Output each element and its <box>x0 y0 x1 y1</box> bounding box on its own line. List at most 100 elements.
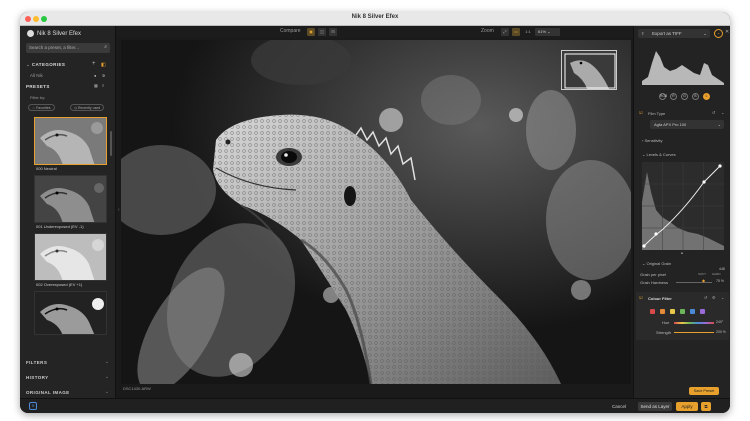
original-grain-label: Original Grain <box>646 261 672 266</box>
right-panel: ⇪ Export as TIFF ⌄ ◔ ✕ RGB R G B L ☑ Fil… <box>633 26 730 398</box>
brand: Nik 8 Silver Efex <box>27 30 81 37</box>
zoom-fit-button[interactable]: ⤢ <box>501 28 509 36</box>
strength-label: Strength <box>656 330 672 335</box>
preset-thumbnail[interactable] <box>34 291 107 335</box>
preset-thumbnail[interactable] <box>34 233 107 281</box>
nik-logo-icon <box>27 30 34 37</box>
favorites-filter[interactable]: ☆ Favorites <box>28 104 55 111</box>
reset-icon[interactable]: ↺ <box>712 110 715 115</box>
search-input[interactable]: Search a preset, a filter... ⌕ <box>26 43 110 53</box>
compare-single-button[interactable]: ▣ <box>307 28 315 36</box>
reset-icon[interactable]: ↺ <box>704 295 707 300</box>
grain-right-label: HARD <box>712 272 721 276</box>
title-bar: Nik 8 Silver Efex <box>20 12 730 26</box>
grain-hardness-slider[interactable] <box>676 282 712 283</box>
chevron-down-icon: ⌄ <box>717 122 721 127</box>
checkbox-icon[interactable]: ☑ <box>639 295 643 300</box>
category-flag-icon[interactable]: ◧ <box>101 62 106 68</box>
save-preset-button[interactable]: Save Preset <box>689 387 719 395</box>
hue-slider[interactable] <box>674 322 714 324</box>
original-grain-section[interactable]: ⌄ Original Grain <box>642 261 671 266</box>
preset-thumbnail[interactable] <box>34 117 107 165</box>
add-category-icon[interactable]: + <box>92 61 96 67</box>
presets-header[interactable]: PRESETS <box>26 84 50 89</box>
hue-label: Hue <box>662 320 670 325</box>
apply-button[interactable]: Apply <box>676 402 698 411</box>
grid-view-icon[interactable]: ▦ <box>94 83 98 88</box>
hue-value: 240° <box>716 320 724 324</box>
film-type-select[interactable]: Agfa APX Pro 100 ⌄ <box>650 120 724 129</box>
settings-icon[interactable]: ● <box>94 73 96 78</box>
brand-name: Nik 8 Silver Efex <box>37 30 82 37</box>
preset-thumbnail[interactable] <box>34 175 107 223</box>
apply-options-button[interactable]: ⧉ <box>701 402 711 411</box>
original-image-section[interactable]: ORIGINAL IMAGE <box>26 390 70 395</box>
preset-label: 001 Underexposed (EV -1) <box>36 224 84 229</box>
help-icon[interactable]: ≋ <box>29 402 37 410</box>
film-type-value: Agfa APX Pro 100 <box>654 122 687 127</box>
levels-curves-section[interactable]: ⌄ Levels & Curves <box>642 152 676 157</box>
loupe-icon[interactable]: ◔ <box>714 29 723 38</box>
zoom-fill-button[interactable]: ▭ <box>512 28 520 36</box>
send-as-layer-button[interactable]: Send as Layer <box>638 402 672 411</box>
red-swatch[interactable] <box>650 309 655 314</box>
navigator-preview[interactable] <box>561 50 617 90</box>
chevron-down-icon[interactable]: ⌄ <box>721 295 724 300</box>
gear-icon[interactable]: ✲ <box>102 73 105 78</box>
recently-used-filter[interactable]: ◷ Recently used <box>70 104 105 111</box>
collapse-right-panel-icon[interactable]: › <box>629 207 631 213</box>
search-icon: ⌕ <box>104 44 107 50</box>
compare-split-button[interactable]: ◫ <box>318 28 326 36</box>
iguana-thumbnail-image <box>35 234 106 280</box>
grain-per-pixel-value: 448 <box>719 267 725 271</box>
left-panel: Nik 8 Silver Efex Search a preset, a fil… <box>20 26 116 398</box>
channel-g-button[interactable]: G <box>681 93 688 100</box>
collapse-left-panel-icon[interactable]: ‹ <box>118 207 120 213</box>
zoom-value-select[interactable]: 61% ⌄ <box>535 28 560 36</box>
orange-swatch[interactable] <box>660 309 665 314</box>
iguana-photo <box>121 40 631 384</box>
green-swatch[interactable] <box>680 309 685 314</box>
grain-hardness-thumb[interactable]: ◆ <box>702 278 705 283</box>
zoom-one-to-one-button[interactable]: 1:1 <box>523 28 533 36</box>
filename-label: DSC1430.ARW <box>123 386 151 391</box>
checkbox-icon[interactable]: ☑ <box>639 110 643 115</box>
sensitivity-section[interactable]: › Sensitivity <box>642 138 662 143</box>
preset-label: 000 Neutral <box>36 166 57 171</box>
filter-by-label: Filter by: <box>30 95 46 100</box>
colour-filter-title: Colour Filter <box>648 296 672 301</box>
chevron-down-icon[interactable]: ⌄ <box>105 389 109 395</box>
export-select[interactable]: ⇪ Export as TIFF ⌄ <box>638 29 710 38</box>
cancel-button[interactable]: Cancel <box>608 402 630 411</box>
curve-midpoint-handle[interactable]: ▲ <box>680 250 684 255</box>
export-icon: ⇪ <box>641 31 645 36</box>
chevron-down-icon[interactable]: ⌄ <box>105 374 109 380</box>
chevron-down-icon[interactable]: ⌄ <box>721 110 724 115</box>
chevron-down-icon[interactable]: ⌄ <box>105 359 109 365</box>
channel-r-button[interactable]: R <box>670 93 677 100</box>
categories-header[interactable]: ⌄ CATEGORIES <box>26 62 65 68</box>
strength-slider[interactable] <box>674 332 714 333</box>
app-window: Nik 8 Silver Efex Nik 8 Silver Efex Sear… <box>20 12 730 413</box>
channel-rgb-button[interactable]: RGB <box>659 93 667 100</box>
zoom-label: Zoom <box>481 28 494 34</box>
yellow-swatch[interactable] <box>670 309 675 314</box>
grain-hardness-value: 75 % <box>716 279 724 283</box>
channel-b-button[interactable]: B <box>692 93 699 100</box>
settings-icon[interactable]: ⚙ <box>712 295 716 300</box>
category-all-nik[interactable]: All Nik <box>30 73 43 78</box>
list-view-icon[interactable]: ≡ <box>102 83 104 88</box>
blue-swatch[interactable] <box>690 309 695 314</box>
history-section[interactable]: HISTORY <box>26 375 49 380</box>
compare-side-by-side-button[interactable]: ⊟ <box>329 28 337 36</box>
tone-curve-editor[interactable] <box>642 162 724 250</box>
presets-scrollbar[interactable] <box>110 131 112 156</box>
recently-used-label: Recently used <box>78 106 101 110</box>
grain-hardness-label: Grain Hardness <box>640 280 669 285</box>
image-canvas[interactable] <box>121 40 631 384</box>
purple-swatch[interactable] <box>700 309 705 314</box>
close-panel-icon[interactable]: ✕ <box>725 29 729 35</box>
histogram <box>642 51 724 85</box>
channel-l-button[interactable]: L <box>703 93 710 100</box>
filters-section[interactable]: FILTERS <box>26 360 47 365</box>
